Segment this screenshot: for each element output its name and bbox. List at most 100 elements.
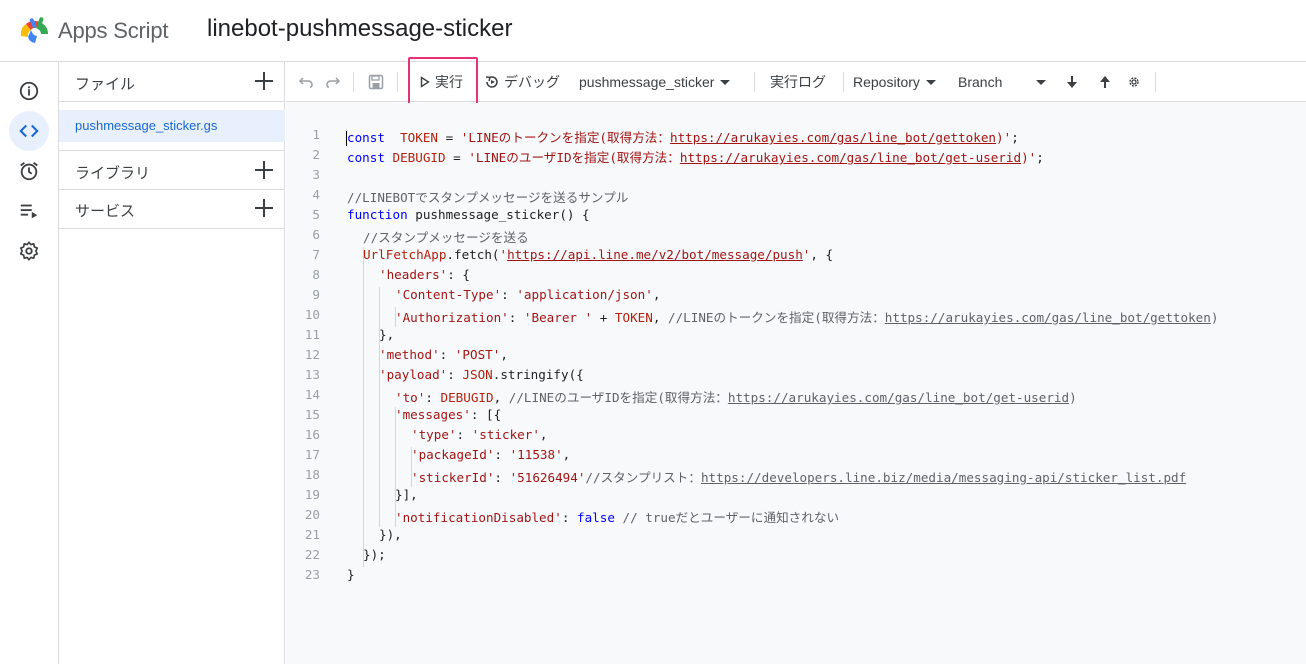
- code-line: });: [363, 547, 386, 562]
- line-number: 8: [312, 267, 320, 282]
- code-token: ,: [652, 310, 668, 325]
- code-token: 'headers': [379, 267, 448, 282]
- pull-button[interactable]: [1066, 62, 1078, 102]
- branch-label: Branch: [958, 74, 1003, 90]
- files-label: ファイル: [75, 76, 136, 93]
- code-token: //スタンプリスト：: [585, 470, 701, 485]
- redo-button[interactable]: [325, 62, 341, 102]
- code-line: 'type': 'sticker',: [411, 427, 548, 442]
- overview-button[interactable]: [9, 71, 49, 111]
- push-button[interactable]: [1099, 62, 1111, 102]
- code-token: 'type': [411, 427, 457, 442]
- code-token: :: [508, 310, 524, 325]
- code-token: 'application/json': [516, 287, 653, 302]
- gear-icon: [1129, 77, 1139, 87]
- code-token: 'to': [395, 390, 426, 405]
- code-editor[interactable]: 1 const TOKEN = 'LINEのトークンを指定(取得方法：https:…: [286, 103, 1306, 664]
- code-token: 'Content-Type': [395, 287, 502, 302]
- code-token: :: [561, 510, 577, 525]
- code-token: 'payload': [379, 367, 448, 382]
- apps-script-logo-icon[interactable]: [18, 14, 52, 46]
- editor-button[interactable]: [9, 111, 49, 151]
- code-token: //LINEのトークンを指定(取得方法：: [668, 310, 885, 325]
- execution-log-button[interactable]: 実行ログ: [770, 62, 826, 102]
- debug-icon: [485, 76, 498, 88]
- repository-label: Repository: [853, 74, 920, 90]
- code-line: 'stickerId': '51626494'//スタンプリスト：https:/…: [411, 467, 1186, 486]
- line-number: 14: [304, 387, 320, 402]
- code-token: ): [1210, 310, 1219, 325]
- run-button[interactable]: 実行: [420, 62, 463, 102]
- code-token: UrlFetchApp: [363, 247, 447, 262]
- code-line: },: [379, 327, 394, 342]
- code-token: 'LINEのユーザIDを指定(取得方法：: [468, 150, 680, 165]
- code-token: )': [1021, 150, 1037, 165]
- code-token: :: [501, 287, 517, 302]
- code-line: }),: [379, 527, 402, 542]
- debug-button[interactable]: デバッグ: [484, 62, 560, 102]
- code-token: )': [996, 130, 1012, 145]
- settings-button[interactable]: [9, 231, 49, 271]
- code-line: 'payload': JSON.stringify({: [379, 367, 584, 382]
- add-library-icon[interactable]: [254, 160, 274, 180]
- line-number: 9: [312, 287, 320, 302]
- add-service-icon[interactable]: [254, 198, 274, 218]
- code-line: }: [347, 567, 355, 582]
- code-token: ,: [539, 427, 548, 442]
- chevron-down-icon: [1036, 79, 1047, 85]
- code-token: .fetch(: [446, 247, 500, 262]
- code-token: //LINEのユーザIDを指定(取得方法：: [508, 390, 728, 405]
- repository-dropdown[interactable]: Repository: [853, 62, 936, 102]
- file-item[interactable]: pushmessage_sticker.gs: [59, 110, 285, 142]
- code-token: 'messages': [395, 407, 471, 422]
- undo-button[interactable]: [298, 62, 314, 102]
- code-token: function: [347, 207, 408, 222]
- code-token: 'stickerId': [411, 470, 495, 485]
- project-title[interactable]: linebot-pushmessage-sticker: [207, 15, 512, 43]
- branch-dropdown[interactable]: Branch: [958, 62, 1047, 102]
- line-number: 21: [304, 527, 320, 542]
- code-token: ,: [500, 347, 508, 362]
- code-token: https://developers.line.biz/media/messag…: [700, 470, 1187, 485]
- save-icon: [368, 74, 384, 90]
- code-token: 'sticker': [471, 427, 540, 442]
- code-token: pushmessage_sticker() {: [407, 207, 590, 222]
- line-number: 4: [312, 187, 320, 202]
- code-line: 'messages': [{: [395, 407, 501, 422]
- code-line: 'headers': {: [379, 267, 470, 282]
- code-token: 'packageId': [411, 447, 495, 462]
- editor-toolbar: 実行 デバッグ pushmessage_sticker 実行ログ Reposit…: [286, 62, 1306, 102]
- code-line: 'method': 'POST',: [379, 347, 508, 362]
- code-token: :: [494, 470, 510, 485]
- code-token: ;: [1036, 150, 1044, 165]
- app-name: Apps Script: [58, 18, 169, 43]
- add-file-icon[interactable]: [254, 71, 274, 91]
- code-token: https://arukayies.com/gas/line_bot/get-u…: [679, 150, 1022, 165]
- code-icon: [19, 124, 39, 138]
- function-selector[interactable]: pushmessage_sticker: [579, 62, 731, 102]
- executions-button[interactable]: [9, 191, 49, 231]
- code-token: :: [456, 427, 472, 442]
- code-token: ): [1069, 390, 1077, 405]
- code-token: const: [347, 150, 385, 165]
- files-panel: ファイル pushmessage_sticker.gs ライブラリ サービス: [59, 62, 285, 664]
- git-settings-button[interactable]: [1129, 62, 1139, 102]
- code-token: .stringify({: [492, 367, 584, 382]
- code-token: , {: [810, 247, 834, 262]
- line-number: 1: [312, 127, 320, 142]
- code-token: :: [425, 390, 441, 405]
- execution-log-label: 実行ログ: [770, 74, 826, 90]
- line-number: 7: [312, 247, 320, 262]
- code-token: +: [592, 310, 615, 325]
- code-line: const DEBUGID = 'LINEのユーザIDを指定(取得方法：http…: [347, 147, 1044, 166]
- undo-icon: [298, 77, 313, 88]
- triggers-button[interactable]: [9, 151, 49, 191]
- code-token: DEBUGID: [392, 150, 446, 165]
- code-token: : [{: [470, 407, 502, 422]
- code-token: 'POST': [454, 347, 501, 362]
- code-line: //LINEBOTでスタンプメッセージを送るサンプル: [347, 187, 628, 206]
- line-number: 15: [304, 407, 320, 422]
- save-button[interactable]: [368, 62, 384, 102]
- gear-icon: [19, 241, 39, 261]
